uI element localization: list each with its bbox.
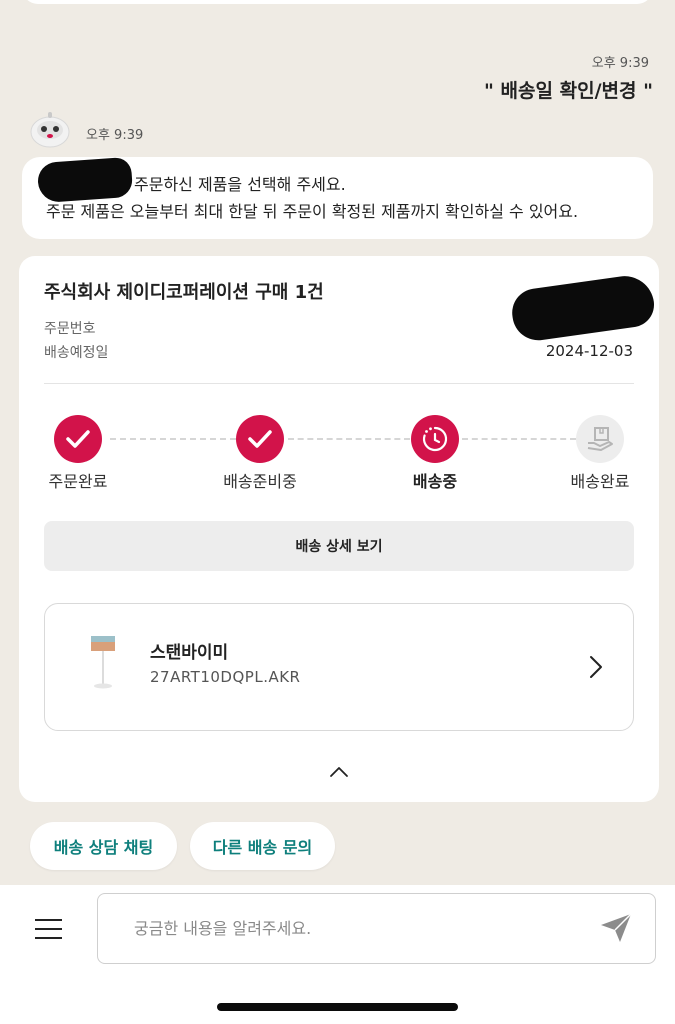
- step-label-preparing: 배송준비중: [223, 472, 297, 491]
- product-thumbnail: [88, 634, 118, 690]
- product-item[interactable]: [44, 603, 634, 731]
- user-message: " 배송일 확인/변경 ": [484, 80, 653, 102]
- home-indicator: [217, 1003, 458, 1011]
- step-order-complete-check-icon: [54, 415, 102, 463]
- message-input[interactable]: [97, 893, 656, 964]
- divider: [44, 383, 634, 384]
- menu-icon[interactable]: [34, 918, 64, 940]
- redaction-mark: [36, 156, 134, 204]
- bot-message-line1: 주문하신 제품을 선택해 주세요.: [134, 175, 346, 194]
- progress-track: [462, 438, 576, 440]
- progress-track: [288, 438, 410, 440]
- bot-message-time: 오후 9:39: [86, 128, 144, 143]
- progress-track: [110, 438, 236, 440]
- step-preparing-check-icon: [236, 415, 284, 463]
- bot-message-line2: 주문 제품은 오늘부터 최대 한달 뒤 주문이 확정된 제품까지 확인하실 수 …: [46, 202, 579, 221]
- other-delivery-inquiry-chip[interactable]: 다른 배송 문의: [190, 822, 335, 870]
- delivery-date-label: 배송예정일: [44, 345, 109, 361]
- step-label-delivered: 배송완료: [570, 472, 630, 491]
- step-label-in-transit: 배송중: [412, 472, 458, 491]
- product-name: 스탠바이미: [150, 643, 229, 663]
- delivery-date-value: 2024-12-03: [545, 342, 633, 360]
- delivery-progress-icon: [411, 415, 459, 463]
- step-label-order-complete: 주문완료: [48, 472, 108, 491]
- user-message-time: 오후 9:39: [591, 56, 649, 71]
- delivery-chat-chip[interactable]: 배송 상담 채팅: [30, 822, 177, 870]
- order-title: 주식회사 제이디코퍼레이션 구매 1건: [44, 282, 324, 303]
- send-icon[interactable]: [598, 911, 634, 945]
- product-model: 27ART10DQPL.AKR: [150, 668, 301, 686]
- package-hand-icon: [576, 415, 624, 463]
- order-number-label: 주문번호: [44, 321, 96, 337]
- previous-message-bubble: [22, 0, 653, 4]
- chevron-right-icon[interactable]: [585, 654, 607, 680]
- delivery-detail-button[interactable]: 배송 상세 보기: [44, 521, 634, 571]
- chevron-up-icon[interactable]: [328, 764, 350, 780]
- robot-avatar-icon: [28, 110, 72, 150]
